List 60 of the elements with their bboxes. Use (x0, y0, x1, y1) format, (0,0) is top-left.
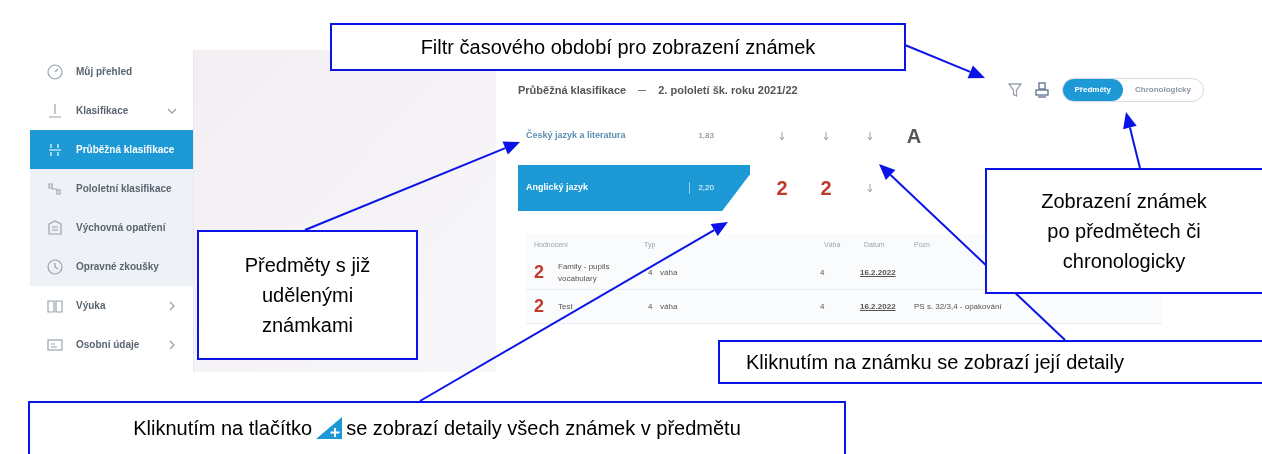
print-icon[interactable] (1033, 82, 1050, 98)
sidebar-label: Klasifikace (76, 104, 130, 118)
expand-plus-icon (316, 417, 343, 439)
sidebar-label: Osobní údaje (76, 338, 141, 352)
filter-icon[interactable] (1007, 82, 1022, 98)
minor-grade-icon[interactable] (779, 131, 785, 141)
grade-count: 4 (820, 266, 826, 279)
sidebar-label: Opravné zkoušky (76, 260, 160, 274)
certificate-icon (46, 218, 64, 237)
sidebar-item[interactable]: Pololetní klasifikace (30, 169, 193, 208)
grade-count: 4 (820, 300, 826, 313)
grade-note: PS s. 32/3,4 - opakování (914, 300, 1002, 313)
callout-text: chronologicky (1062, 249, 1186, 274)
grade-topic: Test (558, 300, 574, 313)
minor-grade-icon[interactable] (867, 131, 873, 141)
callout-text: se zobrazí detaily všech známek v předmětu (346, 416, 741, 441)
chevron-icon (167, 300, 177, 311)
grade-weight: 4 (648, 266, 654, 279)
grade-topic: Family - pupils vocabulary (558, 260, 611, 285)
subject-name: Český jazyk a literatura (526, 129, 627, 143)
chevron-icon (167, 339, 177, 350)
grade-value[interactable]: 2 (534, 259, 558, 286)
subject-row[interactable]: Anglický jazyk 2,20 (518, 165, 750, 211)
callout-text: známkami (261, 313, 354, 338)
callout-text: Kliknutím na tlačítko (133, 416, 313, 441)
subject-name: Anglický jazyk (526, 181, 590, 195)
weight-label: váha (660, 300, 679, 313)
grade-mark[interactable]: A (892, 116, 936, 156)
callout-text: udělenými (261, 283, 354, 308)
sidebar-label: Výchovná opatření (76, 221, 167, 235)
sidebar-label: Můj přehled (76, 65, 134, 79)
grade-mark[interactable]: 2 (760, 168, 804, 208)
grade-date: 16.2.2022 (860, 266, 897, 279)
grade-mark[interactable]: 2 (804, 168, 848, 208)
sidebar-label: Výuka (76, 299, 107, 313)
weight-label: váha (660, 266, 679, 279)
callout-text: Kliknutím na známku se zobrazí její detaily (746, 350, 1124, 375)
subject-average: 1,83 (697, 130, 714, 142)
sidebar-label: Pololetní klasifikace (76, 182, 173, 196)
page-title: Průběžná klasifikace (518, 82, 627, 98)
grade-date: 16.2.2022 (860, 300, 897, 313)
sidebar-item[interactable]: Výchovná opatření (30, 208, 193, 247)
dash-separator (638, 89, 647, 91)
sidebar-item[interactable]: Průběžná klasifikace (30, 130, 193, 169)
callout-text: Zobrazení známek (1041, 189, 1207, 214)
clock-icon (46, 257, 64, 276)
period-label: 2. pololetí šk. roku 2021/22 (658, 82, 799, 98)
sidebar-item[interactable]: Opravné zkoušky (30, 247, 193, 286)
subject-average: 2,20 (689, 182, 714, 194)
callout-text: Předměty s již (244, 253, 371, 278)
callout-text: Filtr časového období pro zobrazení známek (420, 35, 816, 60)
callout-text: po předmětech či (1047, 219, 1201, 244)
minor-grade-icon[interactable] (823, 131, 829, 141)
view-toggle-option[interactable]: Předměty (1062, 79, 1123, 101)
grade-weight: 4 (648, 300, 654, 313)
dashboard-icon (46, 62, 64, 81)
sidebar-label: Průběžná klasifikace (76, 143, 176, 157)
grade-value[interactable]: 2 (534, 293, 558, 320)
view-toggle-option[interactable]: Chronologicky (1123, 79, 1203, 101)
minor-grade-icon[interactable] (867, 183, 873, 193)
